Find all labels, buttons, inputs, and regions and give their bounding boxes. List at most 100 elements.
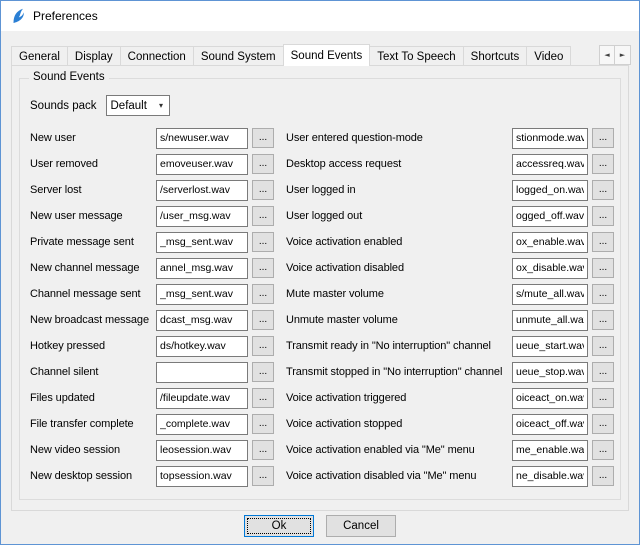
- browse-button[interactable]: ...: [592, 128, 614, 148]
- sound-event-row: Mute master volume ...: [286, 281, 614, 307]
- sound-event-row: Unmute master volume ...: [286, 307, 614, 333]
- sound-event-row: New channel message ...: [30, 255, 274, 281]
- sound-file-input[interactable]: [512, 128, 588, 149]
- sound-event-label: Transmit ready in "No interruption" chan…: [286, 340, 512, 352]
- tab-bar: GeneralDisplayConnectionSound SystemSoun…: [1, 44, 639, 65]
- sound-file-input[interactable]: [512, 414, 588, 435]
- sound-file-input[interactable]: [512, 440, 588, 461]
- sound-event-label: User removed: [30, 158, 156, 170]
- tab-scroll-right-icon[interactable]: ►: [615, 45, 631, 65]
- sound-file-input[interactable]: [512, 180, 588, 201]
- browse-button[interactable]: ...: [592, 362, 614, 382]
- browse-button[interactable]: ...: [252, 362, 274, 382]
- tab-display[interactable]: Display: [67, 46, 121, 65]
- browse-button[interactable]: ...: [252, 232, 274, 252]
- left-column: New user ... User removed ... Server los…: [30, 125, 274, 489]
- browse-button[interactable]: ...: [252, 258, 274, 278]
- sound-file-input[interactable]: [156, 128, 248, 149]
- browse-button[interactable]: ...: [252, 206, 274, 226]
- sound-file-input[interactable]: [512, 154, 588, 175]
- sound-file-input[interactable]: [156, 336, 248, 357]
- sound-file-input[interactable]: [156, 206, 248, 227]
- sound-event-row: New video session ...: [30, 437, 274, 463]
- ok-button[interactable]: Ok: [244, 515, 314, 537]
- browse-button[interactable]: ...: [252, 154, 274, 174]
- sound-file-input[interactable]: [512, 258, 588, 279]
- tab-sound-system[interactable]: Sound System: [193, 46, 284, 65]
- sound-file-input[interactable]: [512, 388, 588, 409]
- browse-button[interactable]: ...: [592, 258, 614, 278]
- sound-file-input[interactable]: [512, 466, 588, 487]
- browse-button[interactable]: ...: [592, 154, 614, 174]
- sound-file-input[interactable]: [156, 258, 248, 279]
- browse-button[interactable]: ...: [592, 336, 614, 356]
- browse-button[interactable]: ...: [252, 336, 274, 356]
- sound-file-input[interactable]: [512, 336, 588, 357]
- sound-event-row: New user message ...: [30, 203, 274, 229]
- sounds-pack-label: Sounds pack: [30, 100, 97, 112]
- browse-button[interactable]: ...: [252, 466, 274, 486]
- browse-button[interactable]: ...: [592, 414, 614, 434]
- sounds-pack-select[interactable]: Default ▾: [106, 95, 170, 116]
- cancel-button[interactable]: Cancel: [326, 515, 396, 537]
- browse-button[interactable]: ...: [252, 310, 274, 330]
- browse-button[interactable]: ...: [252, 440, 274, 460]
- tab-strip: GeneralDisplayConnectionSound SystemSoun…: [11, 44, 599, 66]
- browse-button[interactable]: ...: [592, 206, 614, 226]
- browse-button[interactable]: ...: [592, 388, 614, 408]
- sound-file-input[interactable]: [512, 206, 588, 227]
- sound-file-input[interactable]: [512, 232, 588, 253]
- browse-button[interactable]: ...: [592, 466, 614, 486]
- browse-button[interactable]: ...: [252, 128, 274, 148]
- app-icon: [10, 8, 26, 24]
- sound-event-label: File transfer complete: [30, 418, 156, 430]
- sound-event-label: User entered question-mode: [286, 132, 512, 144]
- browse-button[interactable]: ...: [252, 388, 274, 408]
- sound-file-input[interactable]: [156, 466, 248, 487]
- sound-file-input[interactable]: [156, 440, 248, 461]
- sound-events-page: Sound Events Sounds pack Default ▾ New u…: [11, 65, 629, 511]
- browse-button[interactable]: ...: [252, 284, 274, 304]
- sound-event-label: New video session: [30, 444, 156, 456]
- sound-file-input[interactable]: [156, 154, 248, 175]
- sound-event-row: Channel message sent ...: [30, 281, 274, 307]
- sound-file-input[interactable]: [512, 310, 588, 331]
- sound-event-row: Transmit ready in "No interruption" chan…: [286, 333, 614, 359]
- sound-file-input[interactable]: [156, 284, 248, 305]
- sound-file-input[interactable]: [156, 414, 248, 435]
- tab-shortcuts[interactable]: Shortcuts: [463, 46, 528, 65]
- chevron-down-icon: ▾: [154, 101, 169, 110]
- browse-button[interactable]: ...: [592, 440, 614, 460]
- tab-text-to-speech[interactable]: Text To Speech: [369, 46, 463, 65]
- sound-file-input[interactable]: [512, 362, 588, 383]
- tab-sound-events[interactable]: Sound Events: [283, 44, 371, 66]
- sound-event-row: File transfer complete ...: [30, 411, 274, 437]
- sound-event-row: User logged out ...: [286, 203, 614, 229]
- sound-file-input[interactable]: [156, 388, 248, 409]
- sound-event-label: Unmute master volume: [286, 314, 512, 326]
- tab-connection[interactable]: Connection: [120, 46, 194, 65]
- sound-event-row: Transmit stopped in "No interruption" ch…: [286, 359, 614, 385]
- sound-event-label: Channel message sent: [30, 288, 156, 300]
- sound-file-input[interactable]: [156, 310, 248, 331]
- sound-file-input[interactable]: [156, 362, 248, 383]
- browse-button[interactable]: ...: [592, 310, 614, 330]
- browse-button[interactable]: ...: [252, 180, 274, 200]
- tab-scroll-left-icon[interactable]: ◄: [599, 45, 615, 65]
- tab-general[interactable]: General: [11, 46, 68, 65]
- sound-file-input[interactable]: [156, 180, 248, 201]
- sound-event-row: Channel silent ...: [30, 359, 274, 385]
- sound-event-label: Hotkey pressed: [30, 340, 156, 352]
- preferences-dialog: Preferences GeneralDisplayConnectionSoun…: [0, 0, 640, 545]
- sound-event-label: New broadcast message: [30, 314, 156, 326]
- browse-button[interactable]: ...: [592, 284, 614, 304]
- tab-video[interactable]: Video: [526, 46, 571, 65]
- sound-event-row: Voice activation triggered ...: [286, 385, 614, 411]
- browse-button[interactable]: ...: [252, 414, 274, 434]
- sound-event-row: Server lost ...: [30, 177, 274, 203]
- titlebar: Preferences: [1, 1, 639, 31]
- sound-file-input[interactable]: [512, 284, 588, 305]
- browse-button[interactable]: ...: [592, 180, 614, 200]
- browse-button[interactable]: ...: [592, 232, 614, 252]
- sound-file-input[interactable]: [156, 232, 248, 253]
